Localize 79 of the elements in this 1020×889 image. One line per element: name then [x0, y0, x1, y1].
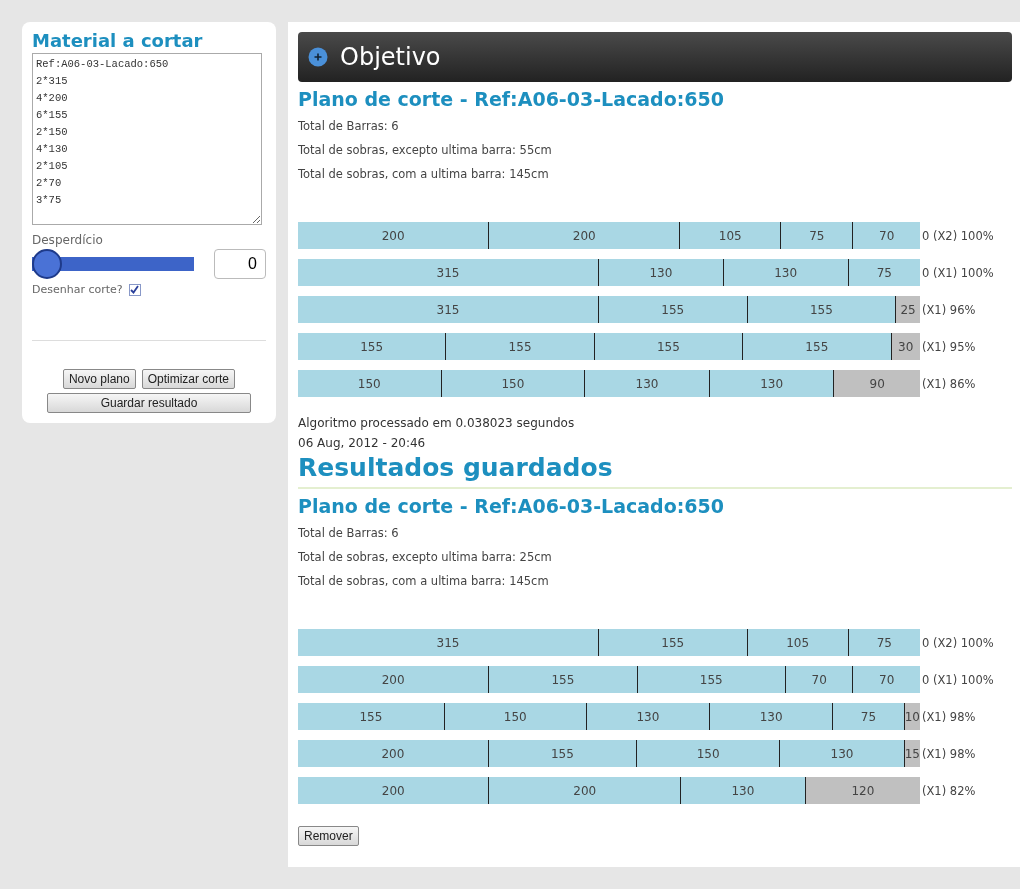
piece-segment: 200 [298, 740, 489, 767]
remove-button[interactable]: Remover [298, 826, 359, 846]
bar-summary: 0 (X2) 100% [922, 635, 994, 650]
piece-segment: 315 [298, 296, 599, 323]
action-button[interactable]: Optimizar corte [141, 369, 236, 389]
piece-segment: 75 [781, 222, 854, 249]
piece-segment: 200 [298, 777, 490, 804]
panel-title: Material a cortar [32, 30, 204, 51]
waste-segment: 25 [896, 296, 920, 323]
piece-segment: 75 [848, 629, 920, 656]
piece-segment: 150 [441, 370, 586, 397]
piece-segment: 155 [298, 333, 447, 360]
waste-segment: 120 [805, 777, 920, 804]
piece-segment: 130 [710, 703, 834, 730]
piece-segment: 75 [833, 703, 905, 730]
piece-segment: 130 [780, 740, 905, 767]
saved-results-heading: Resultados guardados [298, 453, 614, 483]
piece-segment: 315 [298, 629, 599, 656]
waste-segment: 90 [834, 370, 920, 397]
piece-segment: 200 [489, 222, 681, 249]
plan-stat: Total de Barras: 6 [298, 525, 400, 542]
bar-summary: 0 (X2) 100% [922, 228, 994, 243]
plan-stat: Total de Barras: 6 [298, 118, 400, 135]
piece-segment: 130 [680, 777, 806, 804]
piece-segment: 105 [680, 222, 782, 249]
bar-summary: (X1) 82% [922, 783, 976, 798]
bar-summary: (X1) 86% [922, 376, 976, 391]
piece-segment: 200 [489, 777, 681, 804]
plan-stat: Total de sobras, excepto ultima barra: 25cm [298, 549, 553, 566]
bar-summary: (X1) 98% [922, 709, 976, 724]
bar-summary: (X1) 96% [922, 302, 976, 317]
piece-segment: 155 [637, 666, 786, 693]
draw-cut-checkbox[interactable] [128, 283, 141, 296]
piece-segment: 150 [444, 703, 587, 730]
save-result-button[interactable]: Guardar resultado [47, 393, 251, 413]
piece-segment: 155 [298, 703, 445, 730]
info-text: 06 Aug, 2012 - 20:46 [298, 435, 427, 452]
piece-segment: 70 [785, 666, 854, 693]
piece-segment: 130 [586, 703, 710, 730]
plan-stat: Total de sobras, com a ultima barra: 145cm [298, 573, 550, 590]
piece-segment: 200 [298, 222, 490, 249]
action-button[interactable]: Novo plano [62, 369, 136, 389]
piece-segment: 155 [599, 629, 748, 656]
header-title: Objetivo [340, 43, 441, 71]
bar-summary: (X1) 98% [922, 746, 976, 761]
piece-segment: 130 [585, 370, 710, 397]
piece-segment: 155 [747, 296, 897, 323]
piece-segment: 75 [848, 259, 920, 286]
info-text: Algoritmo processado em 0.038023 segundos [298, 415, 576, 432]
piece-segment: 155 [594, 333, 744, 360]
waste-segment: 30 [891, 333, 920, 360]
piece-segment: 130 [599, 259, 724, 286]
plan-stat: Total de sobras, com a ultima barra: 145cm [298, 166, 550, 183]
piece-segment: 70 [853, 222, 920, 249]
plan-title: Plano de corte - Ref:A06-03-Lacado:650 [298, 88, 725, 110]
draw-cut-label: Desenhar corte? [32, 283, 123, 296]
waste-label: Desperdício [32, 233, 104, 247]
piece-segment: 155 [743, 333, 892, 360]
piece-segment: 70 [853, 666, 920, 693]
piece-segment: 130 [709, 370, 835, 397]
piece-segment: 105 [747, 629, 849, 656]
piece-segment: 155 [489, 666, 638, 693]
bar-summary: (X1) 95% [922, 339, 976, 354]
bar-summary: 0 (X1) 100% [922, 672, 994, 687]
piece-segment: 155 [599, 296, 748, 323]
plan-title: Plano de corte - Ref:A06-03-Lacado:650 [298, 495, 725, 517]
bar-summary: 0 (X1) 100% [922, 265, 994, 280]
piece-segment: 150 [298, 370, 442, 397]
plus-icon[interactable] [308, 47, 328, 67]
piece-segment: 200 [298, 666, 490, 693]
material-textarea[interactable]: Ref:A06-03-Lacado:650 2*315 4*200 6*155 2*150 4*130 2*105 2*70 3*75 [32, 53, 262, 225]
piece-segment: 130 [723, 259, 849, 286]
waste-value-field[interactable]: 0 [214, 249, 266, 279]
plan-stat: Total de sobras, excepto ultima barra: 55cm [298, 142, 553, 159]
piece-segment: 155 [488, 740, 637, 767]
piece-segment: 155 [446, 333, 595, 360]
piece-segment: 315 [298, 259, 599, 286]
piece-segment: 150 [636, 740, 781, 767]
slider-thumb[interactable] [32, 249, 62, 279]
